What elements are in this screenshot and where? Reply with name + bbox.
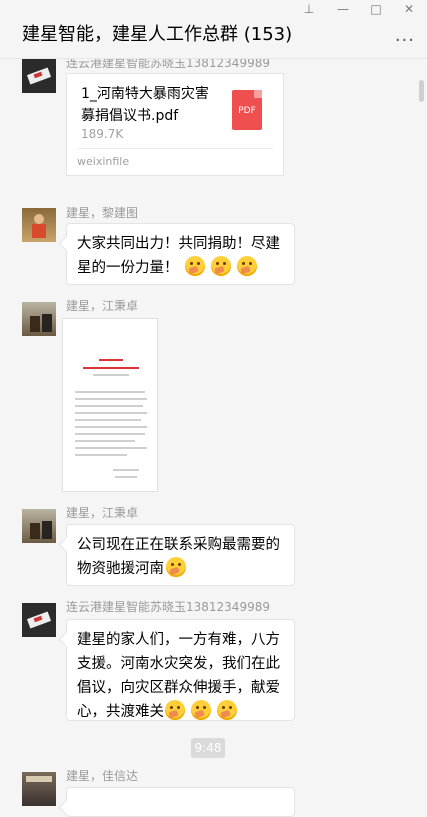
avatar[interactable]: [22, 603, 56, 637]
fist-emoji-icon: [217, 700, 237, 720]
avatar[interactable]: [22, 772, 56, 806]
fist-emoji-icon: [210, 256, 231, 276]
file-source: weixinfile: [77, 155, 130, 168]
sender-name: 连云港建星智能苏晓玉13812349989: [66, 600, 270, 614]
sender-name: 建星，佳信达: [66, 769, 139, 783]
message-bubble[interactable]: [66, 787, 295, 817]
chat-header: 建星智能，建星人工作总群 (153) ⊥ — □ ✕ ...: [0, 0, 427, 59]
timestamp: 9:48: [191, 738, 225, 758]
image-message[interactable]: [62, 318, 158, 492]
pin-icon[interactable]: ⊥: [302, 2, 316, 16]
message-bubble[interactable]: 建星的家人们，一方有难，八方支援。河南水灾突发，我们在此倡议，向灾区群众伸援手，…: [66, 619, 295, 721]
message-bubble[interactable]: 公司现在正在联系采购最需要的物资驰援河南: [66, 524, 295, 586]
sender-name: 建星，江秉卓: [66, 299, 139, 313]
pdf-icon: PDF: [232, 90, 262, 130]
sender-name: 建星，黎建图: [66, 206, 139, 220]
fist-emoji-icon: [191, 700, 211, 720]
close-icon[interactable]: ✕: [402, 2, 416, 16]
fist-emoji-icon: [236, 256, 257, 276]
divider: [77, 148, 273, 149]
more-options-icon[interactable]: ...: [395, 27, 415, 45]
fist-emoji-icon: [184, 256, 205, 276]
message-text: 建星的家人们，一方有难，八方支援。河南水灾突发，我们在此倡议，向灾区群众伸援手，…: [77, 632, 280, 720]
chat-title: 建星智能，建星人工作总群 (153): [22, 24, 293, 45]
avatar[interactable]: [22, 509, 56, 543]
file-size: 189.7K: [81, 127, 124, 141]
scrollbar-thumb[interactable]: [419, 80, 424, 102]
message-bubble[interactable]: 大家共同出力！共同捐助！尽建星的一份力量！: [66, 223, 295, 285]
avatar[interactable]: [22, 208, 56, 242]
fist-emoji-icon: [166, 557, 186, 577]
sender-name: 建星，江秉卓: [66, 506, 139, 520]
avatar[interactable]: [22, 59, 56, 93]
file-message[interactable]: 1_河南特大暴雨灾害募捐倡议书.pdf 189.7K PDF weixinfil…: [66, 73, 284, 176]
maximize-icon[interactable]: □: [369, 2, 383, 16]
message-text: 大家共同出力！共同捐助！尽建星的一份力量！: [77, 236, 280, 276]
fist-emoji-icon: [165, 700, 185, 720]
message-text: 公司现在正在联系采购最需要的物资驰援河南: [77, 537, 280, 577]
avatar[interactable]: [22, 302, 56, 336]
file-name: 1_河南特大暴雨灾害募捐倡议书.pdf: [81, 86, 209, 124]
minimize-icon[interactable]: —: [336, 2, 350, 16]
